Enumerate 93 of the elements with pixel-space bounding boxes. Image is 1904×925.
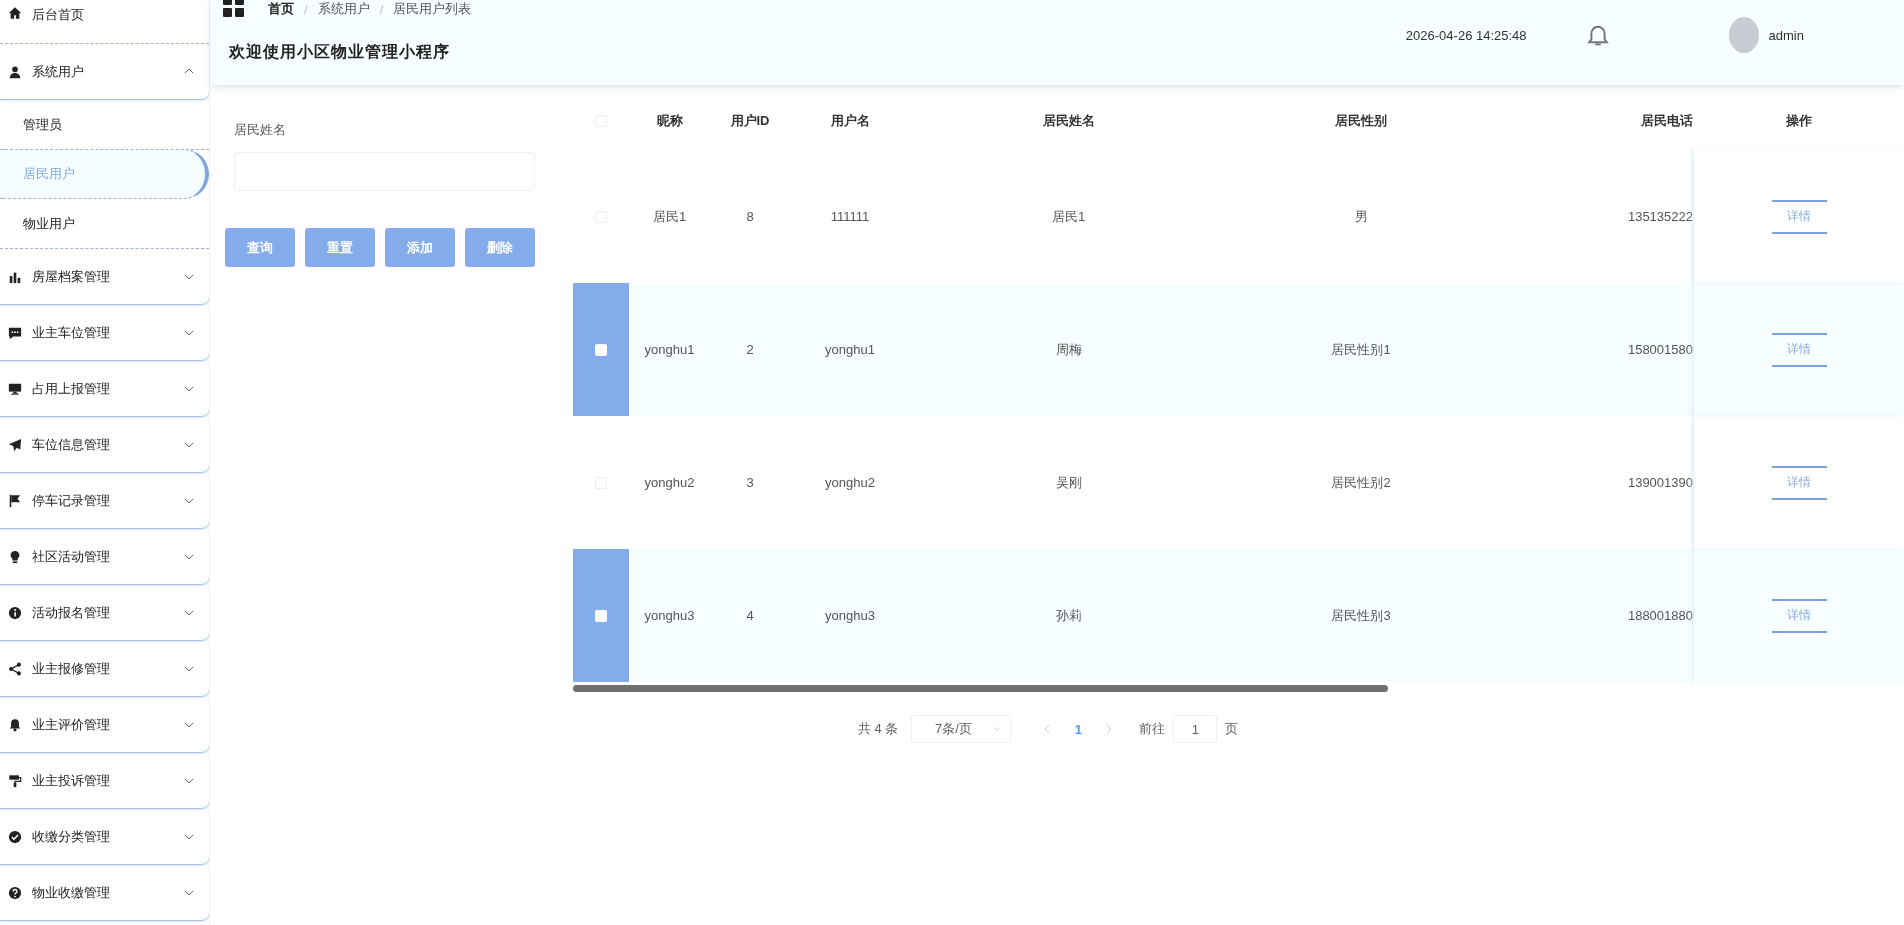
total-count-text: 共 4 条 xyxy=(858,720,899,738)
breadcrumb-item[interactable]: 系统用户 xyxy=(317,0,370,18)
sidebar-item-label: 业主车位管理 xyxy=(32,323,111,342)
light-bulb-icon xyxy=(8,549,22,564)
sidebar-item[interactable]: 停车记录管理 xyxy=(0,473,209,529)
username-text[interactable]: admin xyxy=(1768,27,1804,43)
table-cell-text: 居民性别2 xyxy=(1330,473,1392,492)
sidebar-item[interactable]: 房屋档案管理 xyxy=(0,249,209,305)
column-header: 用户名 xyxy=(829,112,871,130)
sidebar-item[interactable]: 系统用户 xyxy=(0,44,209,100)
sidebar-item[interactable]: 占用上报管理 xyxy=(0,361,209,417)
page-size-select[interactable]: 7条/页 xyxy=(911,715,1012,743)
bell-icon xyxy=(8,717,22,732)
table-cell-text: yonghu2 xyxy=(824,474,876,492)
sidebar-item-label: 停车记录管理 xyxy=(32,491,111,510)
page-title: 欢迎使用小区物业管理小程序 xyxy=(229,42,451,62)
sidebar-item-label: 房屋档案管理 xyxy=(32,267,111,286)
share-icon xyxy=(8,661,22,676)
sidebar-subitem[interactable]: 物业用户 xyxy=(0,199,209,249)
sidebar-item[interactable]: 车位信息管理 xyxy=(0,417,209,473)
check-circle-icon xyxy=(8,829,22,844)
column-header: 昵称 xyxy=(655,112,684,130)
question-circle-icon xyxy=(8,885,22,900)
goto-label: 前往 xyxy=(1139,720,1166,738)
sidebar-item[interactable]: 业主投诉管理 xyxy=(0,753,209,809)
sidebar-item-label: 活动报名管理 xyxy=(32,603,111,622)
user-icon xyxy=(8,64,22,79)
sidebar-item-label: 业主报修管理 xyxy=(32,659,111,678)
sidebar-item[interactable]: 业主报修管理 xyxy=(0,641,209,697)
sidebar-item[interactable]: 物业收缴管理 xyxy=(0,865,209,921)
table-cell-text: 居民1 xyxy=(651,207,688,226)
chat-bubble-icon xyxy=(8,325,22,340)
sidebar-item[interactable]: 社区活动管理 xyxy=(0,529,209,585)
datetime-text: 2026-04-26 14:25:48 xyxy=(1405,27,1527,43)
checkbox[interactable] xyxy=(595,609,607,622)
paint-roller-icon xyxy=(8,773,22,788)
column-header: 操作 xyxy=(1784,112,1813,130)
bell-icon[interactable] xyxy=(1586,24,1609,46)
flag-icon xyxy=(8,493,22,508)
sidebar-item-label: 车位信息管理 xyxy=(32,435,111,454)
table-cell-text: 周梅 xyxy=(1054,340,1083,359)
sidebar-item-label: 业主评价管理 xyxy=(32,715,111,734)
table-cell-text: 135135222 xyxy=(1626,208,1693,226)
sidebar-item-label: 系统用户 xyxy=(32,62,85,81)
avatar[interactable] xyxy=(1728,17,1759,53)
table-cell-text: 3 xyxy=(745,474,755,492)
breadcrumb-separator: / xyxy=(304,1,308,17)
sidebar-item-label: 收缴分类管理 xyxy=(32,827,111,846)
table-cell-text: 居民性别3 xyxy=(1330,606,1392,625)
table-cell-text: yonghu3 xyxy=(643,607,696,625)
table-cell-text: 188001880 xyxy=(1626,607,1693,625)
sidebar-item-label: 物业收缴管理 xyxy=(32,883,111,902)
table-cell-text: 2 xyxy=(745,341,755,359)
field-label: 居民姓名 xyxy=(233,121,287,139)
paper-plane-icon xyxy=(8,437,22,452)
grid-icon[interactable] xyxy=(223,0,244,17)
sidebar-item[interactable]: 业主评价管理 xyxy=(0,697,209,753)
chevron-down-icon xyxy=(991,724,1002,734)
horizontal-scrollbar[interactable] xyxy=(573,685,1388,692)
goto-page-field[interactable]: 1 xyxy=(1173,715,1218,743)
table-cell-text: yonghu1 xyxy=(643,341,696,359)
table-cell-text: 8 xyxy=(745,208,755,226)
table-cell-text: yonghu3 xyxy=(824,607,876,625)
info-icon xyxy=(8,605,22,620)
sidebar-item-label: 后台首页 xyxy=(32,6,85,24)
sidebar-item-label: 占用上报管理 xyxy=(32,379,111,398)
table-cell-text: 4 xyxy=(745,607,755,625)
table-cell-text: 111111 xyxy=(829,208,871,226)
table-cell-text: 139001390 xyxy=(1626,474,1693,492)
breadcrumb-item: 居民用户列表 xyxy=(393,0,472,18)
column-header: 居民电话 xyxy=(1640,112,1693,130)
page-suffix-text: 页 xyxy=(1225,720,1239,738)
column-header: 居民姓名 xyxy=(1041,112,1096,130)
table-cell-text: 男 xyxy=(1353,207,1369,226)
sidebar-item-label: 业主投诉管理 xyxy=(32,771,111,790)
sidebar-item[interactable]: 活动报名管理 xyxy=(0,585,209,641)
table-cell-text: 158001580 xyxy=(1626,341,1693,359)
sidebar-item[interactable]: 收缴分类管理 xyxy=(0,809,209,865)
breadcrumb-item[interactable]: 首页 xyxy=(268,0,294,18)
sidebar-item[interactable]: 业主车位管理 xyxy=(0,305,209,361)
table-cell-text: 孙莉 xyxy=(1054,606,1083,625)
monitor-icon xyxy=(8,381,22,396)
column-header: 用户ID xyxy=(729,112,771,130)
table-cell-text: 居民性别1 xyxy=(1330,340,1392,359)
table-cell-text: yonghu2 xyxy=(643,474,696,492)
column-header: 居民性别 xyxy=(1334,112,1388,130)
checkbox[interactable] xyxy=(595,343,607,356)
table-cell-text: 居民1 xyxy=(1050,207,1087,226)
sidebar-item-label: 社区活动管理 xyxy=(32,547,111,566)
table-cell-text: yonghu1 xyxy=(824,341,876,359)
table-cell-text: 吴刚 xyxy=(1054,473,1083,492)
breadcrumb-separator: / xyxy=(379,1,384,17)
home-icon xyxy=(8,6,22,20)
